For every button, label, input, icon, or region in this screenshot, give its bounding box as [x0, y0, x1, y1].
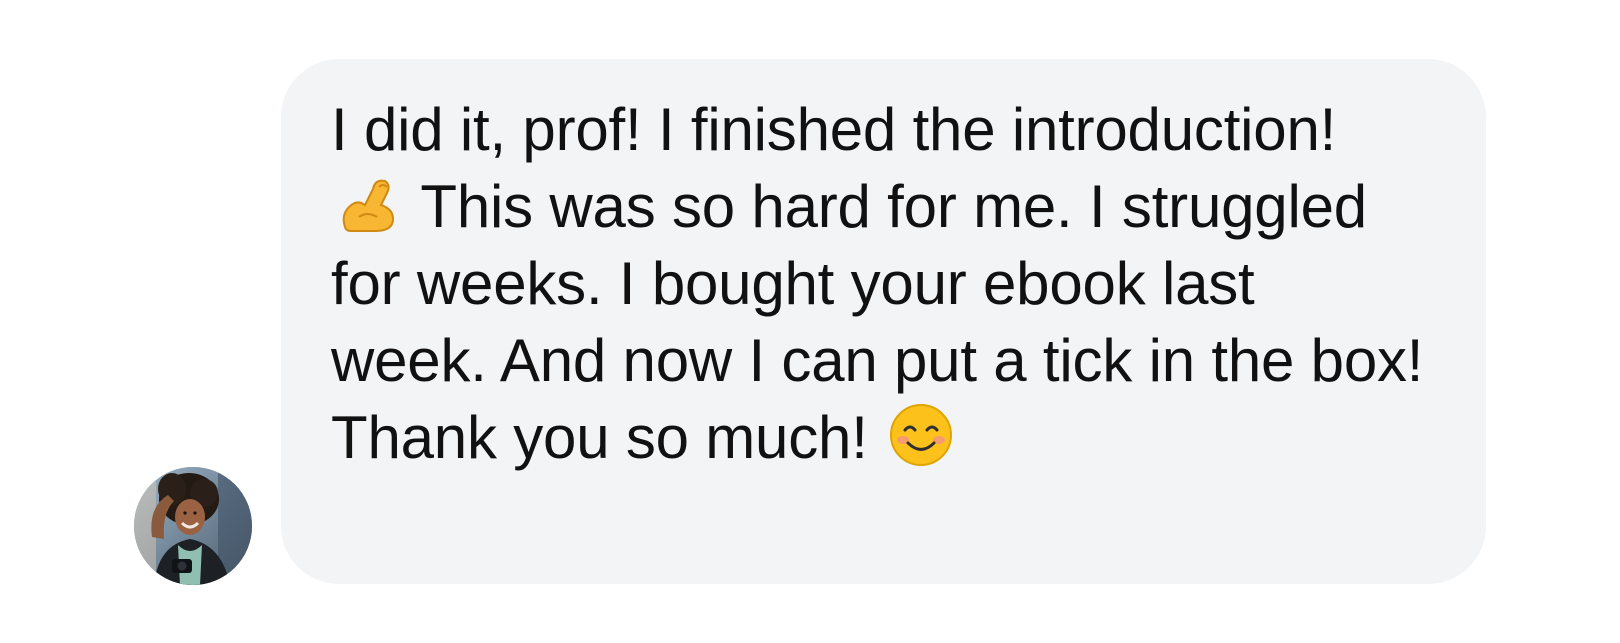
- message-text-part-1: I did it, prof! I finished the introduct…: [331, 96, 1337, 163]
- flexed-biceps-icon: [335, 171, 401, 237]
- avatar-photo: [134, 467, 252, 585]
- message-bubble[interactable]: I did it, prof! I finished the introduct…: [281, 59, 1486, 584]
- chat-message-row: I did it, prof! I finished the introduct…: [0, 0, 1620, 643]
- smiling-face-icon: [888, 402, 954, 468]
- sender-avatar[interactable]: [134, 467, 252, 585]
- message-text-part-2: This was so hard for me. I struggled for…: [331, 173, 1424, 471]
- message-text: I did it, prof! I finished the introduct…: [331, 91, 1426, 476]
